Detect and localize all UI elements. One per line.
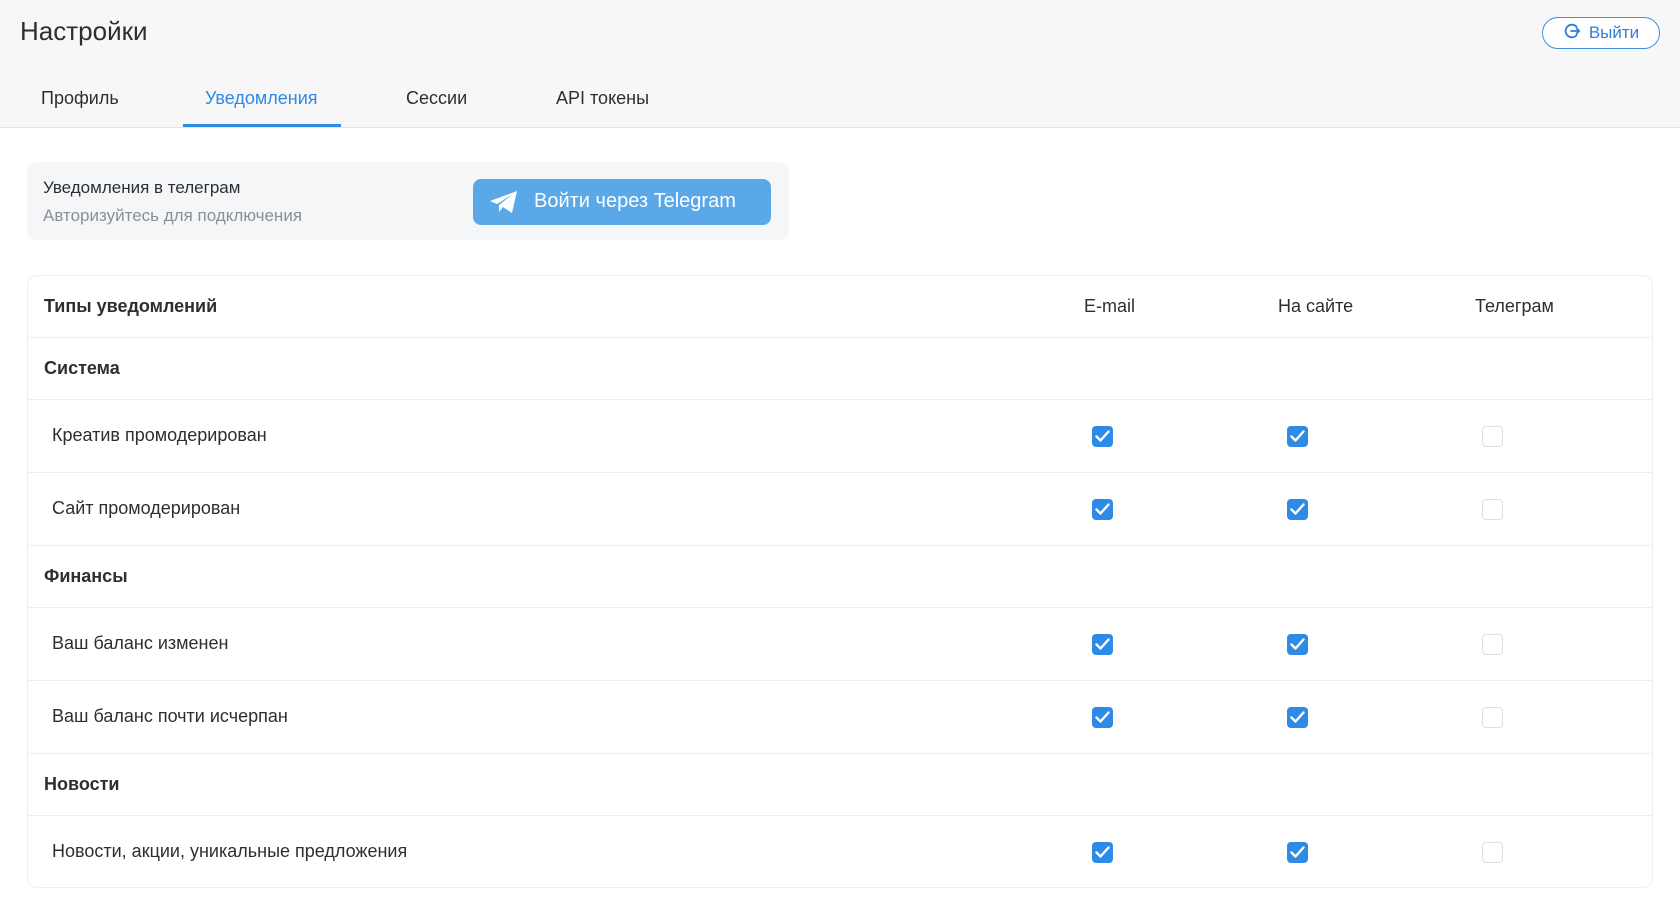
email-checkbox[interactable] bbox=[1092, 707, 1113, 728]
group-label: Новости bbox=[44, 774, 120, 794]
email-checkbox[interactable] bbox=[1092, 842, 1113, 863]
group-row: Система bbox=[28, 338, 1652, 400]
group-label: Система bbox=[44, 358, 120, 378]
notification-settings-table: Типы уведомлений E-mail На сайте Телегра… bbox=[27, 275, 1653, 888]
site-checkbox[interactable] bbox=[1287, 499, 1308, 520]
tab-api-tokens[interactable]: API токены bbox=[556, 78, 649, 128]
notification-type-label: Новости, акции, уникальные предложения bbox=[52, 841, 408, 861]
telegram-checkbox[interactable] bbox=[1482, 707, 1503, 728]
email-checkbox[interactable] bbox=[1092, 634, 1113, 655]
group-row: Финансы bbox=[28, 546, 1652, 608]
telegram-checkbox[interactable] bbox=[1482, 499, 1503, 520]
telegram-checkbox[interactable] bbox=[1482, 426, 1503, 447]
telegram-checkbox[interactable] bbox=[1482, 634, 1503, 655]
notification-type-label: Ваш баланс почти исчерпан bbox=[52, 706, 288, 726]
tab-sessions[interactable]: Сессии bbox=[406, 78, 467, 128]
telegram-login-button[interactable]: Войти через Telegram bbox=[473, 179, 771, 225]
telegram-card-title: Уведомления в телеграм bbox=[43, 178, 241, 197]
table-row: Сайт промодерирован bbox=[28, 473, 1652, 546]
logout-icon bbox=[1563, 22, 1581, 45]
settings-header: Настройки Выйти Профиль Уведомления Сесс… bbox=[0, 0, 1680, 128]
types-column-header: Типы уведомлений bbox=[44, 296, 218, 316]
table-header-row: Типы уведомлений E-mail На сайте Телегра… bbox=[28, 276, 1652, 338]
telegram-card: Уведомления в телеграм Авторизуйтесь для… bbox=[27, 162, 789, 240]
site-checkbox[interactable] bbox=[1287, 707, 1308, 728]
site-column-header: На сайте bbox=[1278, 296, 1354, 316]
page-title: Настройки bbox=[20, 16, 148, 46]
table-row: Новости, акции, уникальные предложения bbox=[28, 816, 1652, 889]
telegram-login-label: Войти через Telegram bbox=[534, 190, 736, 212]
email-column-header: E-mail bbox=[1084, 296, 1136, 316]
active-tab-indicator bbox=[183, 124, 341, 127]
notification-type-label: Ваш баланс изменен bbox=[52, 633, 229, 653]
group-label: Финансы bbox=[44, 566, 128, 586]
tab-notifications[interactable]: Уведомления bbox=[205, 78, 318, 128]
logout-label: Выйти bbox=[1588, 23, 1640, 42]
notification-type-label: Креатив промодерирован bbox=[52, 425, 267, 445]
email-checkbox[interactable] bbox=[1092, 426, 1113, 447]
table-row: Креатив промодерирован bbox=[28, 400, 1652, 473]
site-checkbox[interactable] bbox=[1287, 842, 1308, 863]
email-checkbox[interactable] bbox=[1092, 499, 1113, 520]
notification-type-label: Сайт промодерирован bbox=[52, 498, 241, 518]
site-checkbox[interactable] bbox=[1287, 426, 1308, 447]
logout-button[interactable]: Выйти bbox=[1542, 17, 1660, 49]
table-row: Ваш баланс почти исчерпан bbox=[28, 681, 1652, 754]
telegram-column-header: Телеграм bbox=[1475, 296, 1554, 316]
tab-profile[interactable]: Профиль bbox=[41, 78, 119, 128]
site-checkbox[interactable] bbox=[1287, 634, 1308, 655]
group-row: Новости bbox=[28, 754, 1652, 816]
telegram-checkbox[interactable] bbox=[1482, 842, 1503, 863]
table-row: Ваш баланс изменен bbox=[28, 608, 1652, 681]
telegram-card-subtitle: Авторизуйтесь для подключения bbox=[43, 206, 303, 225]
